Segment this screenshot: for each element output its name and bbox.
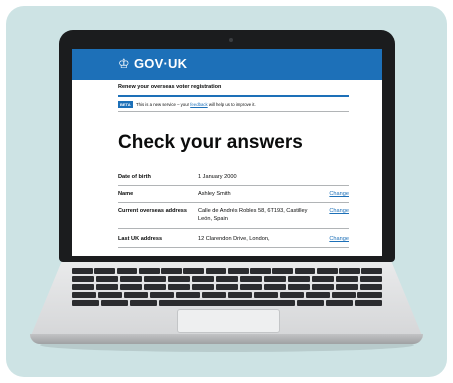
key [116, 268, 138, 274]
key [161, 268, 182, 274]
key [72, 292, 97, 298]
keyboard-row [72, 284, 383, 290]
summary-value: Calle de Andrés Robles 58, 6T193, Castil… [198, 208, 308, 222]
key [325, 300, 354, 306]
key [357, 292, 382, 298]
key [119, 284, 143, 290]
key [129, 300, 158, 306]
key [167, 276, 191, 282]
key [72, 284, 95, 290]
summary-key: Current overseas address [118, 208, 188, 214]
laptop-base-front [30, 334, 423, 344]
key [95, 284, 119, 290]
change-link-overseas-address[interactable]: Change [329, 207, 349, 215]
service-name[interactable]: Renew your overseas voter registration [118, 83, 221, 91]
key [335, 284, 359, 290]
beta-tag: BETA [118, 101, 133, 108]
crown-icon: ♔ [118, 56, 130, 71]
key [287, 284, 311, 290]
key [253, 292, 279, 298]
summary-key: Last UK address [118, 236, 163, 242]
key [294, 268, 316, 274]
webcam-icon [229, 38, 233, 42]
summary-value: 1 January 2000 [198, 174, 237, 180]
key [311, 276, 335, 282]
key [119, 276, 143, 282]
key [296, 300, 325, 306]
key [95, 276, 119, 282]
key [143, 284, 167, 290]
key [359, 284, 383, 290]
key [97, 292, 123, 298]
key [94, 268, 115, 274]
key [279, 292, 305, 298]
key [72, 268, 93, 274]
spacebar-key [158, 300, 296, 306]
laptop-screen: ♔ GOV·UK Renew your overseas voter regis… [72, 49, 382, 256]
key [250, 268, 271, 274]
key [167, 284, 191, 290]
key [354, 300, 382, 306]
summary-row-last-uk-address: Last UK address 12 Clarendon Drive, Lond… [118, 235, 349, 248]
key [191, 284, 215, 290]
key [205, 268, 227, 274]
phase-banner-text-before: This is a new service – your [136, 102, 191, 107]
trackpad [177, 309, 280, 333]
key [359, 276, 383, 282]
keyboard-row [72, 292, 382, 298]
key [183, 268, 204, 274]
summary-row-name: Name Ashley Smith Change [118, 190, 349, 203]
key [227, 292, 253, 298]
key [215, 276, 239, 282]
service-navigation: Renew your overseas voter registration [118, 81, 349, 97]
summary-row-overseas-address: Current overseas address Calle de Andrés… [118, 207, 349, 229]
key [263, 284, 287, 290]
image-card: ♔ GOV·UK Renew your overseas voter regis… [0, 0, 453, 383]
keyboard-row [72, 276, 383, 282]
govuk-logo-text[interactable]: GOV·UK [134, 55, 187, 73]
key [335, 276, 359, 282]
summary-value: 12 Clarendon Drive, London, [198, 236, 270, 242]
key [227, 268, 249, 274]
key [331, 292, 356, 298]
key [123, 292, 149, 298]
key [239, 276, 263, 282]
key [100, 300, 129, 306]
key [339, 268, 360, 274]
key [138, 268, 160, 274]
key [215, 284, 239, 290]
key [201, 292, 227, 298]
phase-banner: BETA This is a new service – your feedba… [118, 101, 349, 112]
key [239, 284, 263, 290]
laptop-keyboard [72, 268, 383, 308]
change-link-name[interactable]: Change [329, 190, 349, 198]
feedback-link[interactable]: feedback [190, 102, 207, 107]
key [143, 276, 167, 282]
key [149, 292, 175, 298]
phase-banner-text-after: will help us to improve it. [207, 102, 256, 107]
keyboard-row [72, 300, 382, 306]
key [361, 268, 382, 274]
page-title: Check your answers [118, 132, 303, 153]
key [72, 276, 95, 282]
key [316, 268, 338, 274]
key [191, 276, 215, 282]
summary-row-date-of-birth: Date of birth 1 January 2000 [118, 173, 349, 186]
key [175, 292, 201, 298]
key [311, 284, 335, 290]
phase-banner-text: This is a new service – your feedback wi… [136, 101, 256, 108]
govuk-header: ♔ GOV·UK [72, 49, 382, 80]
key [287, 276, 311, 282]
key [272, 268, 293, 274]
key [72, 300, 100, 306]
key [305, 292, 331, 298]
summary-key: Name [118, 191, 134, 197]
summary-key: Date of birth [118, 174, 151, 180]
keyboard-row [72, 268, 382, 274]
key [263, 276, 287, 282]
summary-value: Ashley Smith [198, 191, 231, 197]
change-link-last-uk-address[interactable]: Change [329, 235, 349, 243]
